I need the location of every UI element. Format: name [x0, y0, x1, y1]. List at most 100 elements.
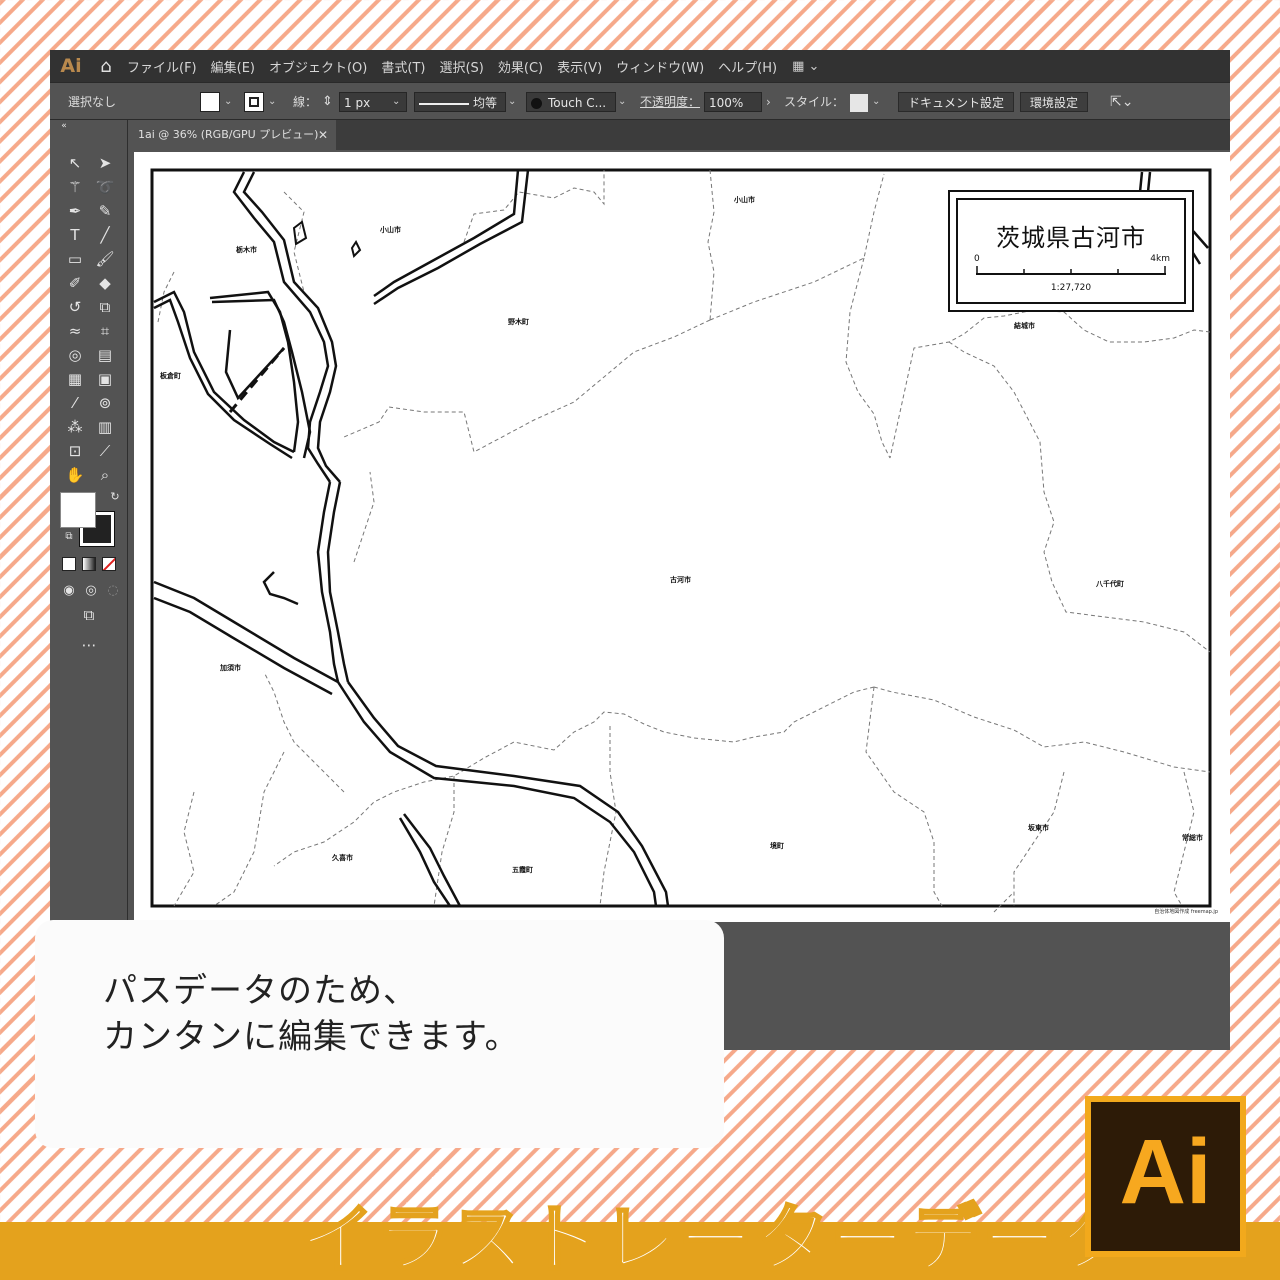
- map-title: 茨城県古河市: [996, 224, 1146, 252]
- swap-colors-icon[interactable]: ↻: [104, 486, 126, 508]
- label-kazo: 加須市: [219, 663, 241, 672]
- mesh-tool-icon[interactable]: ▦: [64, 368, 86, 390]
- line-tool-icon[interactable]: ╱: [94, 224, 116, 246]
- label-sakai: 境町: [770, 841, 784, 850]
- chevron-down-icon[interactable]: ⌄: [872, 92, 880, 112]
- style-swatch[interactable]: [850, 94, 868, 112]
- document-tab[interactable]: 1ai @ 36% (RGB/GPU プレビュー) ✕: [128, 120, 336, 150]
- canvas[interactable]: 小山市 小山市 栃木市 野木町 結城市 板倉町 古河市 八千代町 加須市 久喜市…: [128, 150, 1230, 1050]
- menu-file[interactable]: ファイル(F): [120, 57, 204, 76]
- free-transform-icon[interactable]: ⌗: [94, 320, 116, 342]
- shaper-tool-icon[interactable]: ✐: [64, 272, 86, 294]
- opacity-label[interactable]: 不透明度：: [640, 92, 700, 112]
- app-logo: Ai: [60, 55, 82, 77]
- opacity-field[interactable]: 100%: [704, 92, 762, 112]
- gradient-mode-icon[interactable]: [82, 557, 96, 571]
- chevron-down-icon[interactable]: ⌄: [224, 92, 232, 112]
- label-koga: 古河市: [670, 575, 691, 584]
- selection-tool-icon[interactable]: ↖: [64, 152, 86, 174]
- lasso-icon[interactable]: ➰: [94, 176, 116, 198]
- fill-color-swatch[interactable]: [60, 492, 96, 528]
- arrange-icon[interactable]: ⇱⌄: [1110, 92, 1133, 112]
- type-tool-icon[interactable]: T: [64, 224, 86, 246]
- scale-tool-icon[interactable]: ⧉: [94, 296, 116, 318]
- draw-inside-icon[interactable]: ◌: [102, 580, 124, 602]
- label-bando: 坂東市: [1028, 823, 1049, 832]
- chevron-down-icon[interactable]: ⌄: [268, 92, 276, 112]
- scale-end: 4km: [1150, 254, 1170, 264]
- none-mode-icon[interactable]: [102, 557, 116, 571]
- stroke-profile-dropdown[interactable]: 均等: [414, 92, 506, 112]
- preferences-button[interactable]: 環境設定: [1020, 92, 1089, 112]
- workspace-switcher-icon[interactable]: ▦ ⌄: [792, 59, 819, 74]
- scale-bar: [976, 266, 1166, 275]
- home-icon[interactable]: ⌂: [92, 56, 120, 77]
- gradient-tool-icon[interactable]: ▣: [94, 368, 116, 390]
- symbol-sprayer-icon[interactable]: ⁂: [64, 416, 86, 438]
- graph-tool-icon[interactable]: ▥: [94, 416, 116, 438]
- label-yuki: 結城市: [1014, 321, 1035, 330]
- menu-bar: Ai ⌂ ファイル(F) 編集(E) オブジェクト(O) 書式(T) 選択(S)…: [50, 50, 1230, 82]
- blend-tool-icon[interactable]: ⊚: [94, 392, 116, 414]
- menu-select[interactable]: 選択(S): [432, 57, 490, 76]
- menu-effect[interactable]: 効果(C): [491, 57, 550, 76]
- menu-window[interactable]: ウィンドウ(W): [609, 57, 711, 76]
- curvature-tool-icon[interactable]: ✎: [94, 200, 116, 222]
- map-legend: 茨城県古河市 0 4km 1:27,720: [948, 190, 1194, 312]
- label-nogi: 野木町: [508, 317, 529, 326]
- scale-start: 0: [974, 254, 980, 264]
- color-mode-icon[interactable]: [62, 557, 76, 571]
- shape-builder-icon[interactable]: ◎: [64, 344, 86, 366]
- menu-help[interactable]: ヘルプ(H): [711, 57, 784, 76]
- collapse-icon[interactable]: «: [54, 120, 74, 132]
- artboard[interactable]: 小山市 小山市 栃木市 野木町 結城市 板倉町 古河市 八千代町 加須市 久喜市…: [134, 152, 1230, 922]
- selection-status: 選択なし: [68, 95, 117, 109]
- label-goka: 五霞町: [512, 865, 533, 874]
- chevron-right-icon[interactable]: ›: [766, 92, 771, 112]
- brush-dropdown[interactable]: Touch C...: [526, 92, 616, 112]
- close-icon[interactable]: ✕: [318, 120, 328, 150]
- zoom-tool-icon[interactable]: ⌕: [94, 464, 116, 486]
- label-tochigi: 栃木市: [236, 245, 257, 254]
- eraser-icon[interactable]: ◆: [94, 272, 116, 294]
- width-tool-icon[interactable]: ≈: [64, 320, 86, 342]
- legend-inner-frame: 茨城県古河市 0 4km 1:27,720: [956, 198, 1186, 304]
- label-joso: 常総市: [1182, 833, 1203, 842]
- illustrator-logo: Ai: [1085, 1096, 1246, 1257]
- pen-tool-icon[interactable]: ✒: [64, 200, 86, 222]
- slice-tool-icon[interactable]: ⟋: [94, 440, 116, 462]
- label-itakura: 板倉町: [160, 371, 181, 380]
- default-colors-icon[interactable]: ⧉: [58, 526, 80, 548]
- brush-dot-icon: [531, 98, 542, 109]
- more-tools-icon[interactable]: ⋯: [78, 634, 100, 656]
- document-tab-bar: 1ai @ 36% (RGB/GPU プレビュー) ✕: [128, 120, 1230, 150]
- stroke-stepper-icon[interactable]: ⇕: [322, 92, 333, 112]
- menu-type[interactable]: 書式(T): [374, 57, 432, 76]
- draw-behind-icon[interactable]: ◎: [80, 580, 102, 602]
- eyedropper-icon[interactable]: ⁄: [64, 392, 86, 414]
- direct-selection-tool-icon[interactable]: ➤: [94, 152, 116, 174]
- hand-tool-icon[interactable]: ✋: [64, 464, 86, 486]
- stroke-profile-label: 均等: [473, 96, 498, 110]
- chevron-down-icon[interactable]: ⌄: [508, 92, 516, 112]
- paintbrush-icon[interactable]: 🖌: [94, 248, 116, 270]
- fill-swatch[interactable]: [200, 92, 220, 112]
- menu-edit[interactable]: 編集(E): [204, 57, 262, 76]
- chevron-down-icon[interactable]: ⌄: [618, 92, 626, 112]
- stroke-swatch[interactable]: [244, 92, 264, 112]
- draw-normal-icon[interactable]: ◉: [58, 580, 80, 602]
- label-oyama-2: 小山市: [379, 225, 401, 234]
- rectangle-tool-icon[interactable]: ▭: [64, 248, 86, 270]
- perspective-grid-icon[interactable]: ▤: [94, 344, 116, 366]
- artboard-tool-icon[interactable]: ⊡: [64, 440, 86, 462]
- rotate-tool-icon[interactable]: ↺: [64, 296, 86, 318]
- menu-view[interactable]: 表示(V): [550, 57, 609, 76]
- label-oyama-1: 小山市: [733, 195, 755, 204]
- magic-wand-icon[interactable]: ⚚: [64, 176, 86, 198]
- document-setup-button[interactable]: ドキュメント設定: [898, 92, 1015, 112]
- screen-mode-icon[interactable]: ⧉: [78, 604, 100, 626]
- chevron-down-icon[interactable]: ⌄: [392, 92, 400, 112]
- menu-object[interactable]: オブジェクト(O): [262, 57, 374, 76]
- label-kuki: 久喜市: [331, 853, 353, 862]
- label-yachiyo: 八千代町: [1095, 579, 1124, 588]
